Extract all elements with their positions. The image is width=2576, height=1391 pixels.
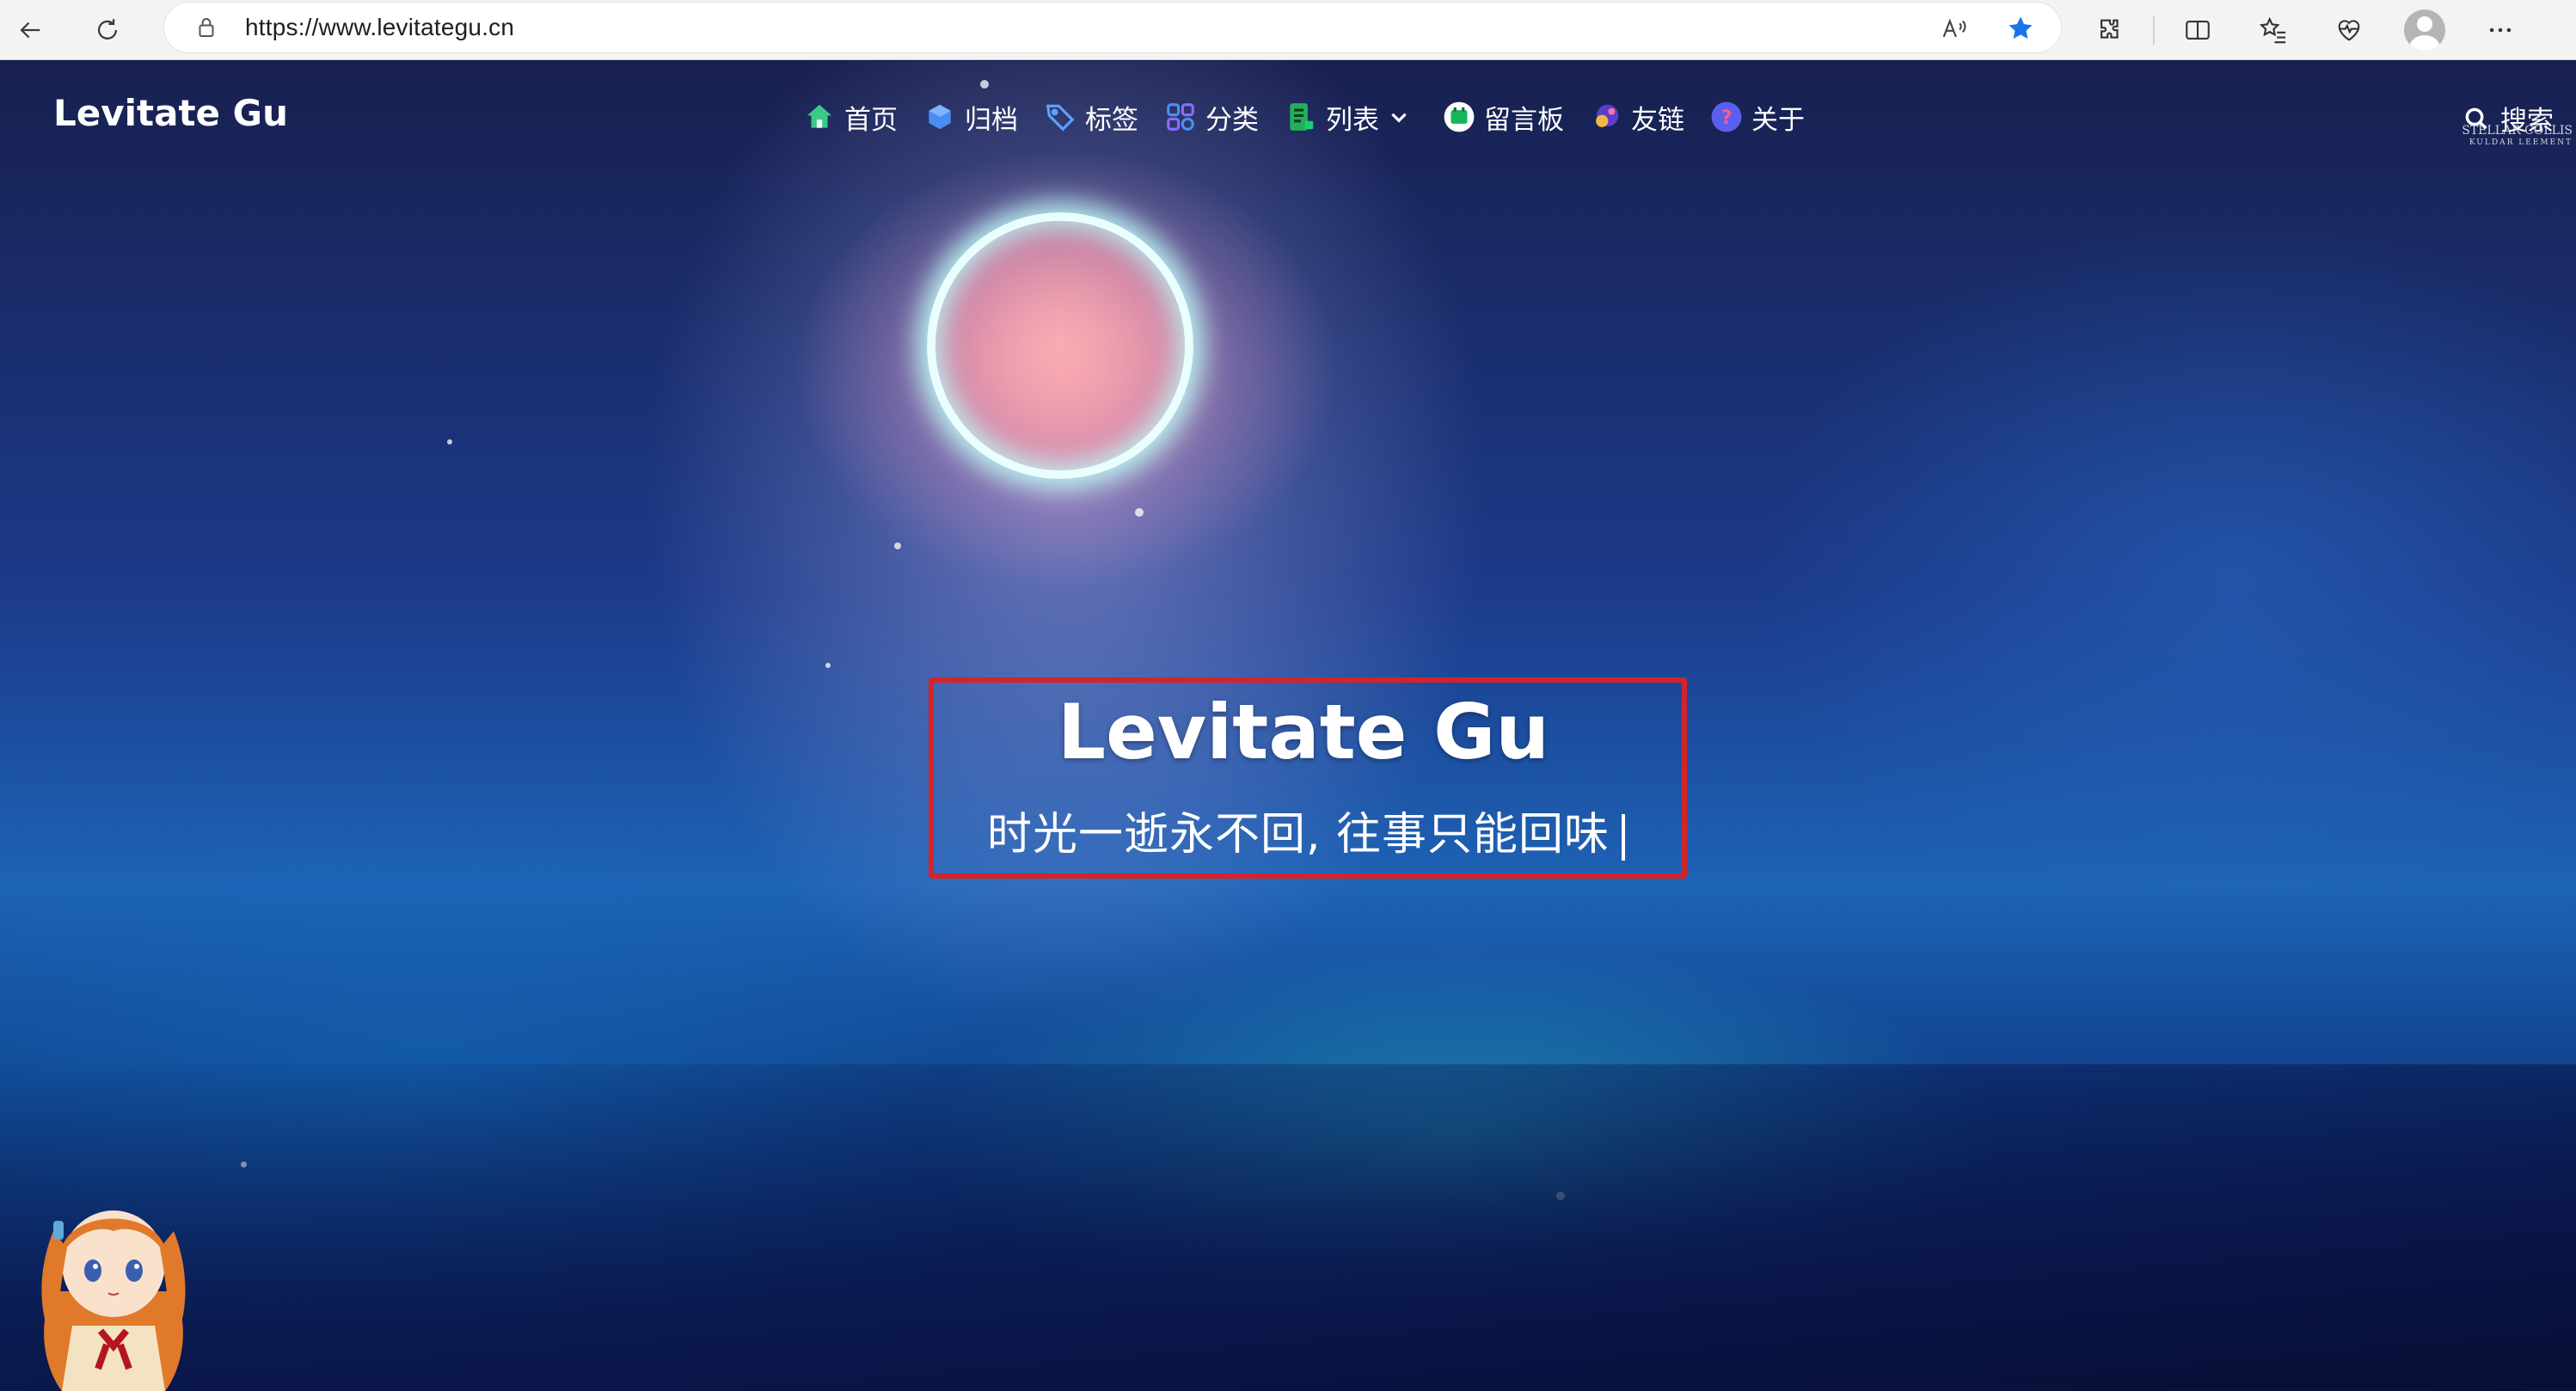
main-nav: 首页 归档 标签 分类 列表 留言板 友链 ? 关于 xyxy=(803,94,1805,140)
ellipsis-icon xyxy=(2489,28,2512,33)
hero-subtitle-text: 时光一逝永不回, 往事只能回味 xyxy=(987,809,1610,861)
category-grid-icon xyxy=(1167,103,1194,131)
nav-item-friend-links[interactable]: 友链 xyxy=(1590,98,1684,137)
back-arrow-icon xyxy=(20,21,40,38)
hero-subtitle: 时光一逝永不回, 往事只能回味 xyxy=(987,798,1626,862)
nav-label: 留言板 xyxy=(1484,104,1564,135)
nav-item-tags[interactable]: 标签 xyxy=(1044,98,1138,137)
refresh-button[interactable] xyxy=(77,0,138,60)
friend-link-icon xyxy=(1596,104,1619,127)
url-text[interactable]: https://www.levitategu.cn xyxy=(245,14,514,41)
sparkle xyxy=(447,439,452,444)
nav-item-list[interactable]: 列表 xyxy=(1285,98,1410,137)
refresh-icon xyxy=(97,18,118,40)
tag-icon xyxy=(1046,104,1075,132)
profile-button[interactable] xyxy=(2387,0,2463,60)
chevron-down-icon xyxy=(1391,113,1407,123)
address-bar[interactable]: https://www.levitategu.cn xyxy=(163,2,2062,53)
nav-label: 归档 xyxy=(965,104,1018,135)
read-aloud-icon xyxy=(1942,18,1966,38)
nav-label: 分类 xyxy=(1205,104,1259,135)
sparkle xyxy=(894,542,901,549)
list-icon xyxy=(1290,103,1314,131)
sparkle xyxy=(825,663,831,668)
artwork-credit-line: STELLAR COLLIS xyxy=(2462,124,2573,138)
nav-label: 关于 xyxy=(1751,104,1805,135)
nav-label: 列表 xyxy=(1326,104,1379,135)
about-question-icon: ? xyxy=(1711,101,1742,132)
artwork-credit: STELLAR COLLIS KULDAR LEEMENT xyxy=(2462,125,2573,149)
favorite-button[interactable] xyxy=(2006,14,2035,43)
browser-essentials-button[interactable] xyxy=(2311,0,2387,60)
favorites-button[interactable] xyxy=(2236,0,2311,60)
split-screen-icon xyxy=(2186,21,2210,40)
puzzle-icon xyxy=(2101,19,2119,39)
typing-cursor xyxy=(1622,814,1626,861)
browser-toolbar: https://www.levitategu.cn xyxy=(0,0,2576,60)
svg-text:?: ? xyxy=(1721,107,1733,129)
sparkle xyxy=(1135,508,1144,517)
site-brand[interactable]: Levitate Gu xyxy=(53,92,288,134)
grass-field xyxy=(0,1064,2576,1391)
read-aloud-button[interactable] xyxy=(1939,14,1968,43)
artwork-credit-line: KULDAR LEEMENT xyxy=(2469,138,2573,147)
eclipse-ring-artwork xyxy=(927,212,1193,479)
nav-item-about[interactable]: ? 关于 xyxy=(1710,98,1805,137)
hero-title: Levitate Gu xyxy=(1058,688,1549,776)
nav-label: 首页 xyxy=(844,104,898,135)
more-menu-button[interactable] xyxy=(2463,0,2538,60)
nav-item-message-board[interactable]: 留言板 xyxy=(1443,98,1564,137)
lock-icon xyxy=(199,18,214,37)
message-board-icon xyxy=(1444,101,1475,132)
favorites-list-icon xyxy=(2259,16,2286,44)
nav-label: 友链 xyxy=(1631,104,1684,135)
toolbar-divider xyxy=(2153,15,2155,45)
nav-label: 标签 xyxy=(1085,104,1138,135)
nav-item-archive[interactable]: 归档 xyxy=(923,98,1018,137)
nav-item-categories[interactable]: 分类 xyxy=(1164,98,1259,137)
split-screen-button[interactable] xyxy=(2160,0,2236,60)
extensions-button[interactable] xyxy=(2072,0,2148,60)
home-icon xyxy=(807,104,832,128)
archive-cube-icon xyxy=(929,104,951,130)
nav-item-home[interactable]: 首页 xyxy=(803,98,898,137)
profile-avatar-icon xyxy=(2404,9,2445,51)
star-filled-icon xyxy=(2009,16,2033,40)
site-header: Levitate Gu 首页 归档 标签 分类 列表 留言板 友链 ? 关于 搜… xyxy=(0,61,2576,173)
heart-pulse-icon xyxy=(2338,20,2360,41)
mascot-character[interactable] xyxy=(19,1162,208,1391)
back-button[interactable] xyxy=(0,0,60,60)
